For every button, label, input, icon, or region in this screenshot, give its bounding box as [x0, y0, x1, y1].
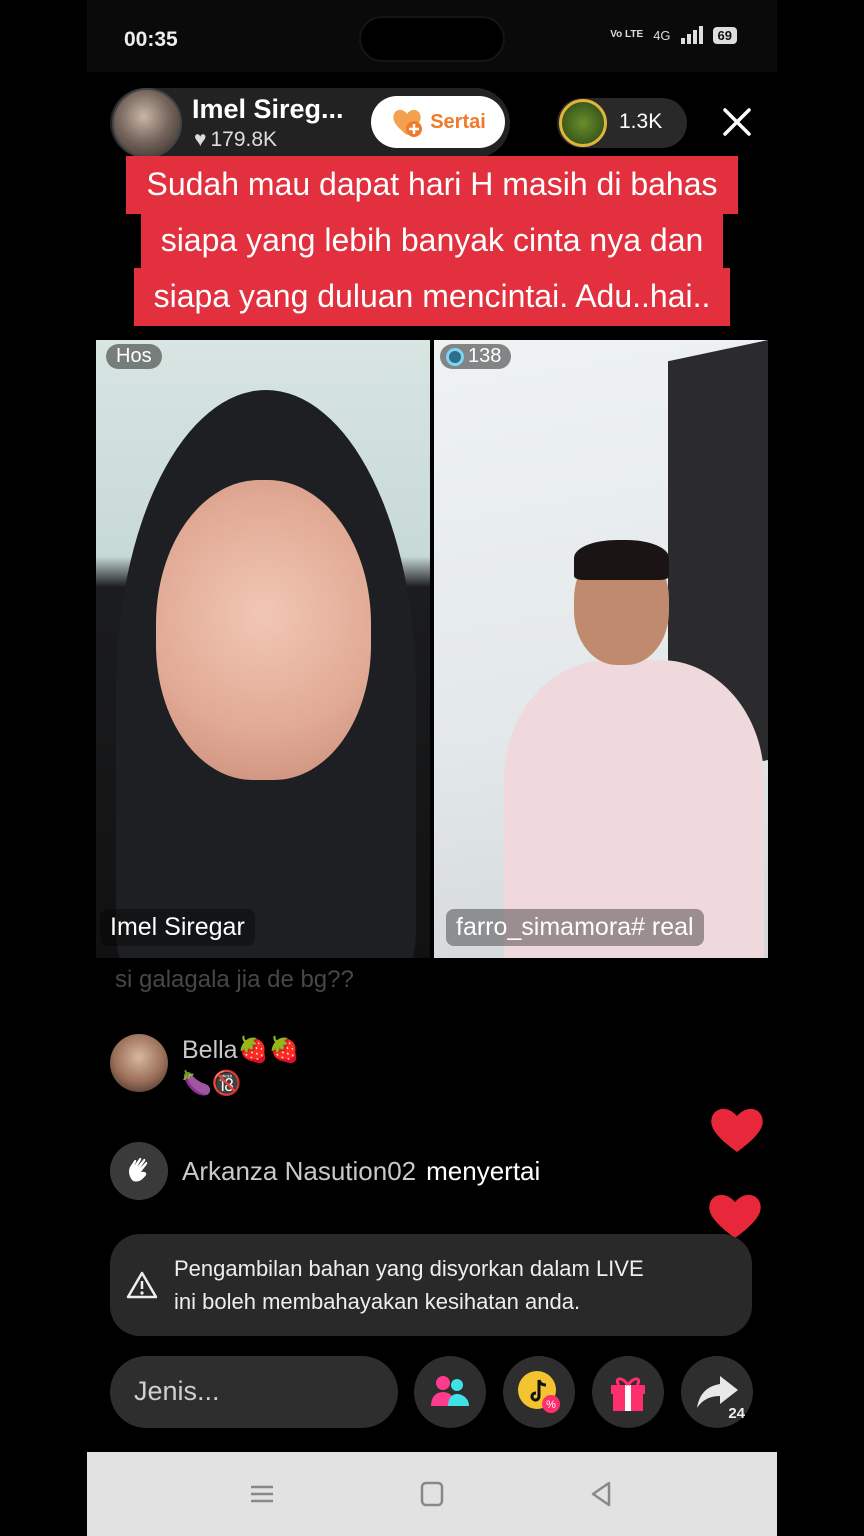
svg-text:%: % [546, 1399, 556, 1411]
join-verb: menyertai [426, 1155, 541, 1186]
share-count: 24 [728, 1405, 745, 1422]
volte-icon: Vo LTE [610, 29, 644, 40]
faded-comment: si galagala jia de bg?? [115, 966, 354, 993]
network-type: 4G [653, 27, 671, 43]
shop-promo-button[interactable]: % [503, 1356, 575, 1428]
guest-video-panel[interactable]: 138 farro_simamora# real [434, 340, 768, 958]
host-tag: Hos [106, 344, 162, 369]
live-stream-screen: 00:35 Vo LTE 4G 69 Imel Sireg... ♥ 179.8… [87, 0, 777, 1536]
host-face [156, 480, 371, 780]
people-icon [431, 1376, 469, 1406]
viewer-count-pill[interactable]: 1.3K [557, 98, 687, 148]
wave-icon [110, 1142, 168, 1200]
close-icon[interactable] [717, 102, 757, 142]
home-square-icon[interactable] [417, 1480, 447, 1508]
caption-line: siapa yang duluan mencintai. Adu..hai.. [133, 268, 731, 326]
host-video-panel[interactable]: Hos Imel Siregar [96, 340, 430, 958]
tiktok-coin-icon: % [518, 1371, 560, 1413]
comment-username[interactable]: Bella🍓🍓 [182, 1036, 300, 1065]
caption-line: Sudah mau dapat hari H masih di bahas [126, 156, 738, 214]
heart-plus-icon [393, 109, 423, 137]
gift-icon [611, 1377, 645, 1411]
viewer-count: 1.3K [619, 110, 663, 133]
guest-hair [574, 540, 669, 580]
host-video-name[interactable]: Imel Siregar [100, 909, 255, 946]
commenter-avatar[interactable] [110, 1034, 168, 1092]
guest-coins-count: 138 [468, 345, 502, 367]
floating-heart-icon [709, 1194, 761, 1238]
signal-icon [680, 26, 703, 44]
safety-warning: Pengambilan bahan yang disyorkan dalam L… [110, 1234, 752, 1336]
gift-button[interactable] [592, 1356, 664, 1428]
warning-text: Pengambilan bahan yang disyorkan dalam L… [174, 1252, 644, 1318]
warning-line: Pengambilan bahan yang disyorkan dalam L… [174, 1256, 644, 1281]
guest-coins-tag: 138 [440, 344, 512, 369]
joined-username[interactable]: Arkanza Nasution02 [182, 1156, 416, 1186]
status-icons: Vo LTE 4G 69 [610, 26, 737, 44]
heart-icon: ♥ [194, 128, 207, 151]
battery-icon: 69 [712, 26, 737, 44]
wave-hand-glyph [129, 1157, 148, 1182]
coin-icon [446, 347, 464, 366]
guest-video-name[interactable]: farro_simamora# real [446, 909, 704, 946]
warning-line: ini boleh membahayakan kesihatan anda. [174, 1289, 581, 1314]
status-time: 00:35 [124, 28, 178, 51]
caption-overlay: Sudah mau dapat hari H masih di bahas si… [87, 156, 777, 326]
menu-icon[interactable] [247, 1480, 277, 1508]
host-info[interactable]: Imel Sireg... ♥ 179.8K Sertai [110, 88, 510, 158]
host-name: Imel Sireg... [192, 94, 344, 124]
floating-heart-icon [711, 1108, 763, 1152]
comment-body: Bella🍓🍓 🍆🔞 [182, 1034, 300, 1098]
system-navigation-bar [87, 1452, 777, 1536]
multi-guest-button[interactable] [414, 1356, 486, 1428]
back-triangle-icon[interactable] [587, 1480, 617, 1508]
follow-label: Sertai [430, 110, 486, 133]
warning-icon-wrap [110, 1270, 174, 1300]
comment-input[interactable]: Jenis... [110, 1356, 398, 1428]
comment-text: 🍆🔞 [182, 1070, 242, 1097]
host-avatar[interactable] [112, 88, 182, 158]
host-likes-count: 179.8K [210, 128, 278, 151]
warning-icon [126, 1271, 158, 1299]
chat-comment[interactable]: Bella🍓🍓 🍆🔞 [110, 1034, 300, 1098]
follow-button[interactable]: Sertai [371, 96, 505, 148]
status-bar: 00:35 Vo LTE 4G 69 [87, 0, 777, 72]
share-button[interactable]: 24 [681, 1356, 753, 1428]
camera-notch [359, 16, 505, 62]
host-likes: ♥ 179.8K [194, 128, 277, 152]
join-notice: Arkanza Nasution02 menyertai [110, 1142, 540, 1200]
caption-line: siapa yang lebih banyak cinta nya dan [140, 212, 724, 270]
top-viewer-avatar[interactable] [559, 99, 607, 147]
